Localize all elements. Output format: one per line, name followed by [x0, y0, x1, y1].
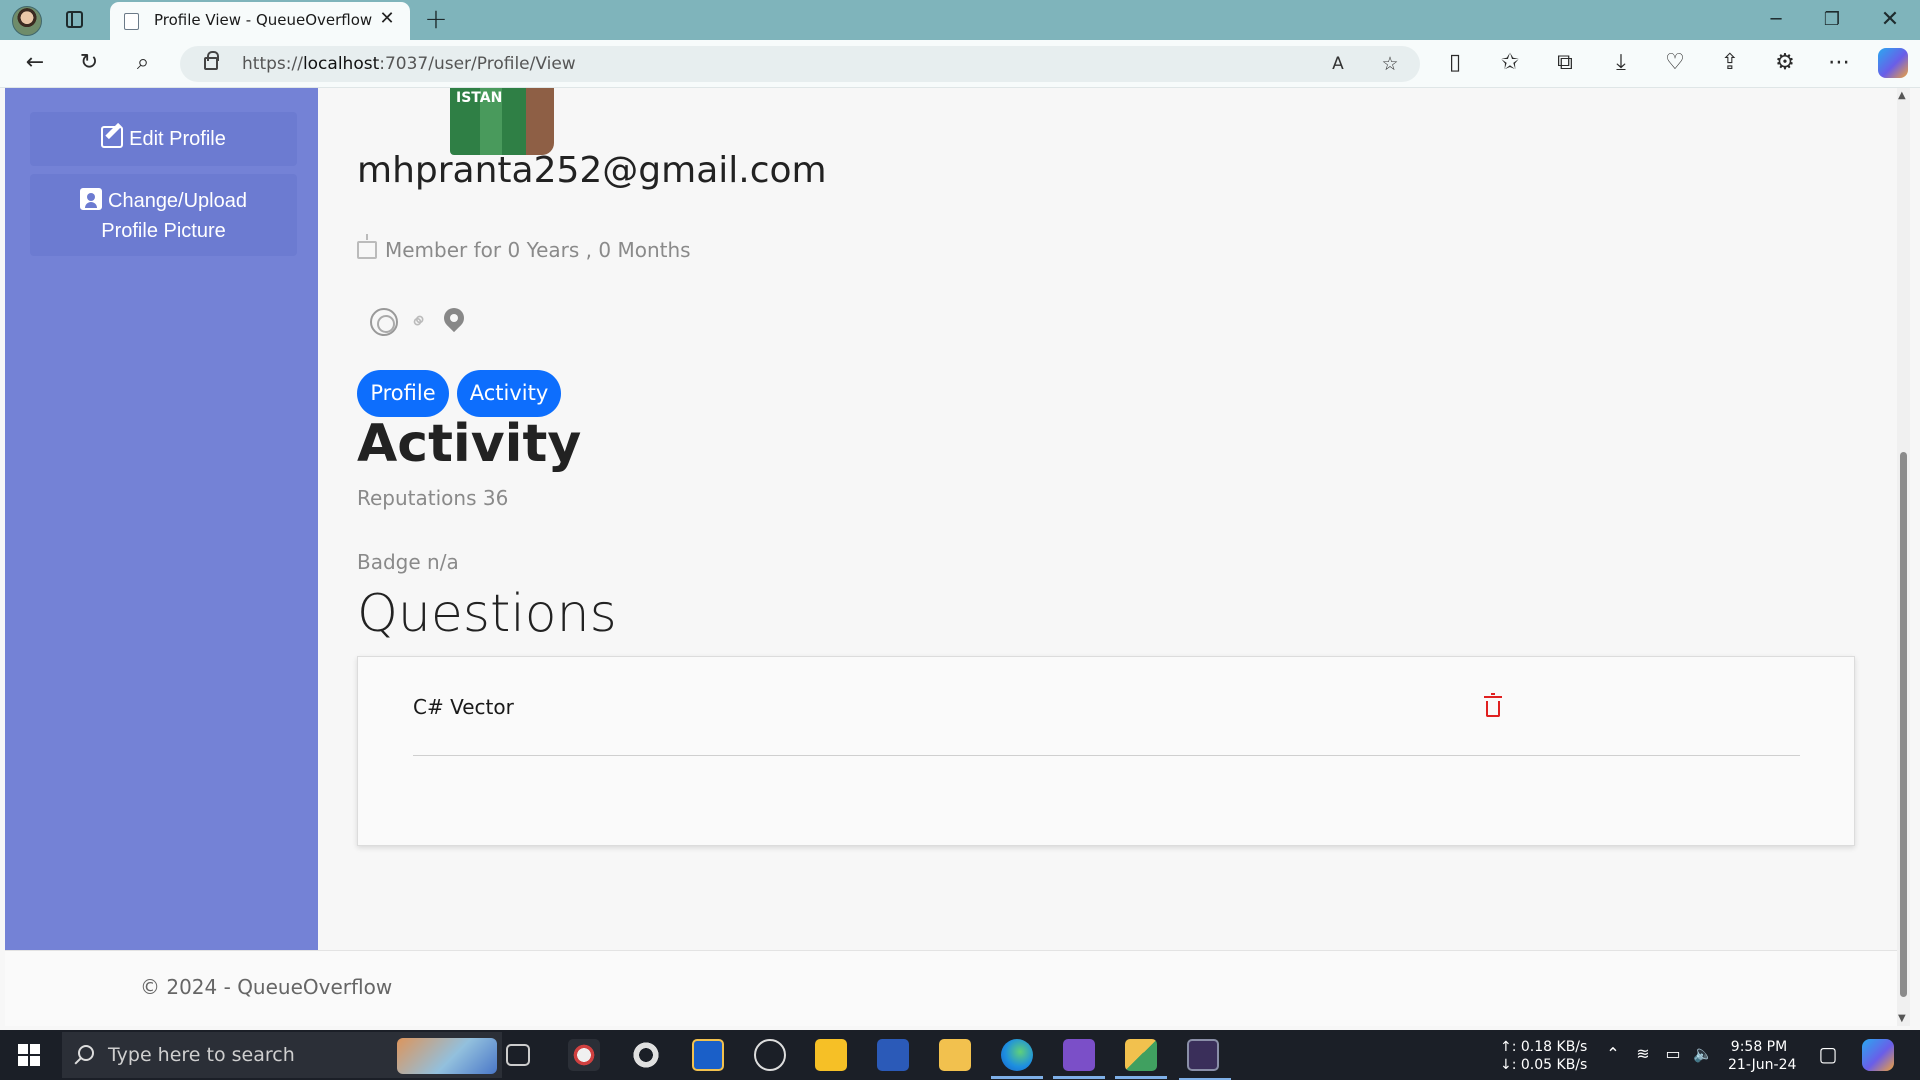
questions-heading: Questions	[357, 584, 617, 644]
task-view-icon[interactable]	[506, 1044, 530, 1066]
battery-icon[interactable]: ▭	[1663, 1044, 1683, 1064]
share-icon[interactable]: ⇪	[1715, 48, 1745, 78]
clock-time: 9:58 PM	[1730, 1039, 1788, 1055]
profile-main: ISTAN mhpranta252@gmail.com Member for 0…	[318, 88, 1897, 950]
footer-copyright: © 2024 - QueueOverflow	[140, 975, 393, 999]
reputation-text: Reputations 36	[357, 486, 509, 510]
network-speed: ↑: 0.18 KB/s ↓: 0.05 KB/s	[1500, 1038, 1587, 1074]
scrollbar-thumb[interactable]	[1900, 452, 1907, 997]
questions-card: C# Vector	[357, 656, 1855, 846]
badge-text: Badge n/a	[357, 550, 459, 574]
window-minimize-button[interactable]: ─	[1756, 5, 1796, 35]
url-text[interactable]: https://localhost:7037/user/Profile/View	[242, 54, 576, 74]
new-tab-button[interactable]: +	[422, 4, 450, 34]
profile-picture-label: Profile Picture	[101, 220, 226, 242]
page-viewport: Edit Profile Change/Upload Profile Pictu…	[5, 88, 1897, 1026]
browser-essentials-icon[interactable]: ♡	[1660, 48, 1690, 78]
more-icon[interactable]: ⋯	[1824, 48, 1854, 78]
favorites-icon[interactable]: ✩	[1495, 48, 1525, 78]
keep-app-icon[interactable]	[815, 1039, 847, 1071]
browser-profile-avatar[interactable]	[12, 6, 42, 36]
obs-app-icon[interactable]	[754, 1039, 786, 1071]
windows-taskbar: Type here to search ↑: 0.18 KB/s ↓: 0.05…	[0, 1030, 1920, 1080]
taskbar-search-icon	[78, 1045, 94, 1061]
search-icon[interactable]: ⌕	[128, 48, 158, 78]
copilot-icon[interactable]	[1878, 48, 1908, 78]
paint-app-icon[interactable]	[568, 1039, 600, 1071]
profile-sidebar: Edit Profile Change/Upload Profile Pictu…	[5, 88, 318, 950]
tab-title: Profile View - QueueOverflow.Web	[154, 11, 372, 29]
member-since: Member for 0 Years , 0 Months	[357, 234, 691, 262]
delete-question-icon[interactable]	[1484, 693, 1502, 717]
browser-tab-active[interactable]: Profile View - QueueOverflow.Web ✕	[110, 2, 410, 40]
wifi-icon[interactable]: ≋	[1633, 1044, 1653, 1064]
collections-icon[interactable]: ⧉	[1550, 48, 1580, 78]
change-upload-label: Change/Upload	[108, 190, 247, 212]
edge-app-icon[interactable]	[991, 1039, 1043, 1079]
settings-app-icon[interactable]	[630, 1039, 662, 1071]
profile-email: mhpranta252@gmail.com	[357, 150, 827, 191]
clock-date: 21-Jun-24	[1728, 1057, 1797, 1073]
tray-chevron-icon[interactable]: ⌃	[1603, 1044, 1623, 1064]
tab-close-icon[interactable]: ✕	[376, 8, 398, 30]
cake-icon	[357, 234, 377, 259]
activity-heading: Activity	[357, 414, 582, 474]
downloads-icon[interactable]: ⤓	[1606, 48, 1636, 78]
question-title-link[interactable]: C# Vector	[413, 695, 514, 719]
edit-profile-label: Edit Profile	[129, 128, 226, 150]
browser-toolbar: ← ↻ ⌕ https://localhost:7037/user/Profil…	[0, 40, 1920, 88]
file-explorer-icon[interactable]	[939, 1039, 971, 1071]
window-close-button[interactable]: ✕	[1870, 5, 1910, 35]
jersey-text: ISTAN	[456, 90, 503, 106]
extensions-icon[interactable]: ⚙	[1770, 48, 1800, 78]
page-favicon-icon	[124, 13, 139, 30]
clock[interactable]: 9:58 PM 21-Jun-24	[1728, 1038, 1797, 1074]
person-icon	[80, 188, 102, 210]
taskbar-search[interactable]: Type here to search	[62, 1032, 502, 1078]
network-upload-speed: ↑: 0.18 KB/s	[1500, 1039, 1588, 1055]
taskbar-search-placeholder: Type here to search	[108, 1044, 295, 1066]
member-since-text: Member for 0 Years , 0 Months	[385, 238, 691, 262]
volume-icon[interactable]: 🔈	[1693, 1044, 1713, 1064]
scroll-up-arrow-icon[interactable]: ▲	[1898, 90, 1906, 101]
lock-icon[interactable]	[204, 51, 219, 70]
word-app-icon[interactable]	[877, 1039, 909, 1071]
scroll-down-arrow-icon[interactable]: ▼	[1898, 1013, 1906, 1024]
profile-photo-jersey: ISTAN	[450, 88, 536, 155]
refresh-icon[interactable]: ↻	[74, 48, 104, 78]
calendar-app-icon[interactable]	[692, 1039, 724, 1071]
profile-photo: ISTAN	[450, 88, 554, 155]
address-bar[interactable]: https://localhost:7037/user/Profile/View…	[180, 46, 1420, 82]
edit-profile-button[interactable]: Edit Profile	[30, 112, 297, 166]
snipping-tool-icon[interactable]	[1115, 1039, 1167, 1079]
change-profile-picture-button[interactable]: Change/Upload Profile Picture	[30, 174, 297, 256]
question-divider	[413, 755, 1800, 756]
link-icon[interactable]: ⚭	[403, 305, 437, 339]
tab-actions-icon[interactable]	[66, 11, 83, 28]
edit-icon	[101, 126, 124, 148]
search-highlight-art	[397, 1038, 497, 1074]
terminal-app-icon[interactable]	[1179, 1039, 1231, 1080]
notifications-icon[interactable]: ▢	[1818, 1044, 1838, 1064]
browser-tab-strip: Profile View - QueueOverflow.Web ✕ + ─ ❐…	[0, 0, 1920, 40]
location-pin-icon[interactable]	[444, 308, 464, 336]
network-download-speed: ↓: 0.05 KB/s	[1500, 1057, 1588, 1073]
page-footer: © 2024 - QueueOverflow	[5, 950, 1897, 1026]
copilot-taskbar-icon[interactable]	[1862, 1039, 1894, 1071]
back-icon[interactable]: ←	[20, 48, 50, 78]
window-restore-button[interactable]: ❐	[1812, 5, 1852, 35]
profile-photo-arm	[526, 88, 554, 155]
windows-start-icon[interactable]	[18, 1044, 40, 1066]
github-icon[interactable]	[370, 308, 398, 336]
tab-activity[interactable]: Activity	[457, 370, 561, 417]
read-aloud-icon[interactable]: A	[1324, 50, 1352, 78]
tab-profile[interactable]: Profile	[357, 370, 449, 417]
visual-studio-icon[interactable]	[1053, 1039, 1105, 1079]
split-screen-icon[interactable]: ▯	[1440, 48, 1470, 78]
page-scrollbar[interactable]: ▲ ▼	[1897, 88, 1910, 1026]
favorite-star-icon[interactable]: ☆	[1376, 50, 1404, 78]
